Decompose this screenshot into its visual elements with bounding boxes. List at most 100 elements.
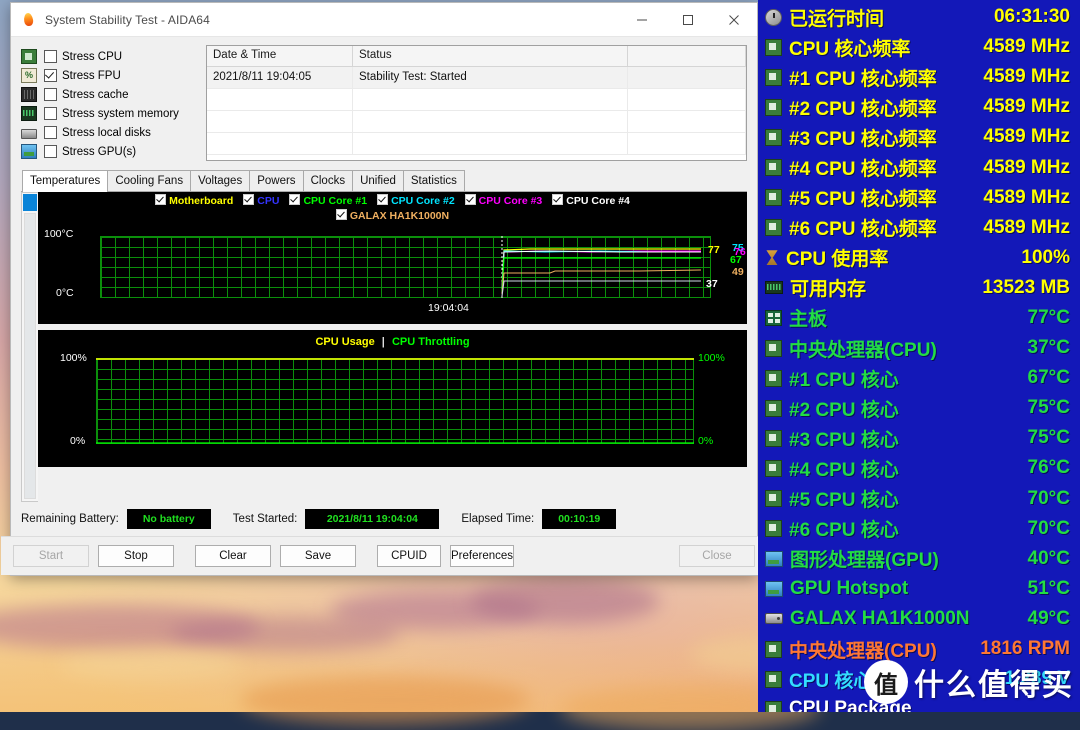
table-row[interactable] [207,133,746,155]
tab-voltages[interactable]: Voltages [190,170,251,191]
osd-row: 主板 77°C [758,303,1080,333]
stress-option-cache[interactable]: Stress cache [21,85,196,104]
scrollbar-thumb[interactable] [23,194,37,211]
legend-checkbox[interactable] [289,194,301,205]
legend-checkbox[interactable] [464,194,476,205]
stress-disks-checkbox[interactable] [44,126,57,139]
osd-row-label: 已运行时间 [789,8,885,30]
osd-row-label: #2 CPU 核心 [789,399,899,421]
osd-row-value: 51°C [1027,577,1070,599]
temp-value-label-cpu: 37 [706,278,718,290]
cpu-usage-chart[interactable]: CPU Usage | CPU Throttling 100% 0% 100% … [38,330,747,467]
osd-row-value: 4589 MHz [983,156,1070,178]
start-button[interactable]: Start [13,545,89,567]
stress-option-disks[interactable]: Stress local disks [21,123,196,142]
osd-row-label: 中央处理器(CPU) [789,640,937,662]
osd-row-value: 67°C [1027,367,1070,389]
legend-item-galax-ssd[interactable]: GALAX HA1K1000N [335,209,449,222]
osd-row: CPU 核心 1.289 V [758,664,1080,694]
maximize-button[interactable] [665,3,711,36]
memory-icon [21,106,37,121]
usage-traces [96,358,694,444]
status-log-table[interactable]: Date & Time Status 2021/8/11 19:04:05 St… [206,45,747,161]
legend-item-cpu-core-3[interactable]: CPU Core #3 [464,194,542,207]
stress-option-label: Stress cache [62,88,129,101]
stress-option-memory[interactable]: Stress system memory [21,104,196,123]
tab-clocks[interactable]: Clocks [302,170,354,191]
osd-row-value: 4589 MHz [983,36,1070,58]
tab-statistics[interactable]: Statistics [402,170,465,191]
stress-fpu-checkbox[interactable] [44,69,57,82]
cpuid-button[interactable]: CPUID [377,545,441,567]
osd-row-label: 中央处理器(CPU) [789,339,937,361]
stress-option-gpu[interactable]: Stress GPU(s) [21,142,196,161]
close-dialog-button[interactable]: Close [679,545,755,567]
stress-option-label: Stress FPU [62,69,121,82]
osd-row-label: #6 CPU 核心频率 [789,219,937,241]
legend-item-motherboard[interactable]: Motherboard [155,194,233,207]
chart-vertical-scrollbar[interactable] [21,192,38,502]
tab-cooling-fans[interactable]: Cooling Fans [107,170,192,191]
temperature-chart[interactable]: Motherboard CPU CPU Core #1 CPU Core #2 CPU … [38,192,747,324]
legend-checkbox[interactable] [335,209,347,220]
table-row[interactable] [207,89,746,111]
test-started-label: Test Started: [232,513,298,525]
chip-icon [765,68,782,86]
osd-row-value: 4589 MHz [983,216,1070,238]
memory-icon [765,281,783,295]
legend-item-cpu-core-4[interactable]: CPU Core #4 [552,194,630,207]
legend-checkbox[interactable] [552,194,564,205]
stress-option-cpu[interactable]: Stress CPU [21,47,196,66]
osd-row: #4 CPU 核心 76°C [758,453,1080,483]
stress-gpu-checkbox[interactable] [44,145,57,158]
legend-item-cpu-core-1[interactable]: CPU Core #1 [289,194,367,207]
tab-powers[interactable]: Powers [249,170,304,191]
legend-item-cpu-core-2[interactable]: CPU Core #2 [377,194,455,207]
osd-row: 中央处理器(CPU) 37°C [758,333,1080,363]
window-titlebar[interactable]: System Stability Test - AIDA64 [11,3,757,37]
stress-memory-checkbox[interactable] [44,107,57,120]
osd-row: 已运行时间 06:31:30 [758,2,1080,32]
osd-row-value: 77°C [1027,306,1070,328]
osd-row-value: 76°C [1027,457,1070,479]
osd-row: 中央处理器(CPU) 1816 RPM [758,634,1080,664]
scrollbar-track[interactable] [24,213,36,499]
osd-row-label: #2 CPU 核心频率 [789,98,937,120]
legend-item-cpu[interactable]: CPU [243,194,279,207]
osd-row-value: 70°C [1027,517,1070,539]
stress-cpu-checkbox[interactable] [44,50,57,63]
table-row[interactable]: 2021/8/11 19:04:05 Stability Test: Start… [207,67,746,89]
clear-button[interactable]: Clear [195,545,271,567]
chip-icon [765,219,782,237]
osd-row-value: 4589 MHz [983,96,1070,118]
tab-unified[interactable]: Unified [352,170,404,191]
osd-row-value: 100% [1021,246,1070,268]
log-column-extra [628,46,746,66]
osd-row: CPU Package [758,694,1080,712]
minimize-button[interactable] [619,3,665,36]
osd-row: GALAX HA1K1000N 49°C [758,604,1080,634]
stress-cache-checkbox[interactable] [44,88,57,101]
osd-row: #2 CPU 核心频率 4589 MHz [758,92,1080,122]
osd-row-value: 75°C [1027,427,1070,449]
osd-row-label: #5 CPU 核心 [789,490,899,512]
aida64-stability-window: System Stability Test - AIDA64 Stress CP… [1,2,767,576]
osd-row-label: #4 CPU 核心频率 [789,159,937,181]
tab-temperatures[interactable]: Temperatures [22,170,109,192]
legend-checkbox[interactable] [243,194,255,205]
save-button[interactable]: Save [280,545,356,567]
legend-checkbox[interactable] [155,194,167,205]
preferences-button[interactable]: Preferences [450,545,515,567]
stress-option-fpu[interactable]: % Stress FPU [21,66,196,85]
close-button[interactable] [711,3,757,36]
osd-row: #3 CPU 核心 75°C [758,423,1080,453]
osd-row-label: 主板 [789,309,828,331]
aida64-osd-panel: 已运行时间 06:31:30 CPU 核心频率 4589 MHz #1 CPU 核心频率… [758,0,1080,712]
stress-option-label: Stress local disks [62,126,151,139]
chip-icon [765,490,782,508]
stop-button[interactable]: Stop [98,545,174,567]
legend-checkbox[interactable] [377,194,389,205]
table-row[interactable] [207,111,746,133]
clock-icon [765,8,782,26]
chip-icon [765,399,782,417]
